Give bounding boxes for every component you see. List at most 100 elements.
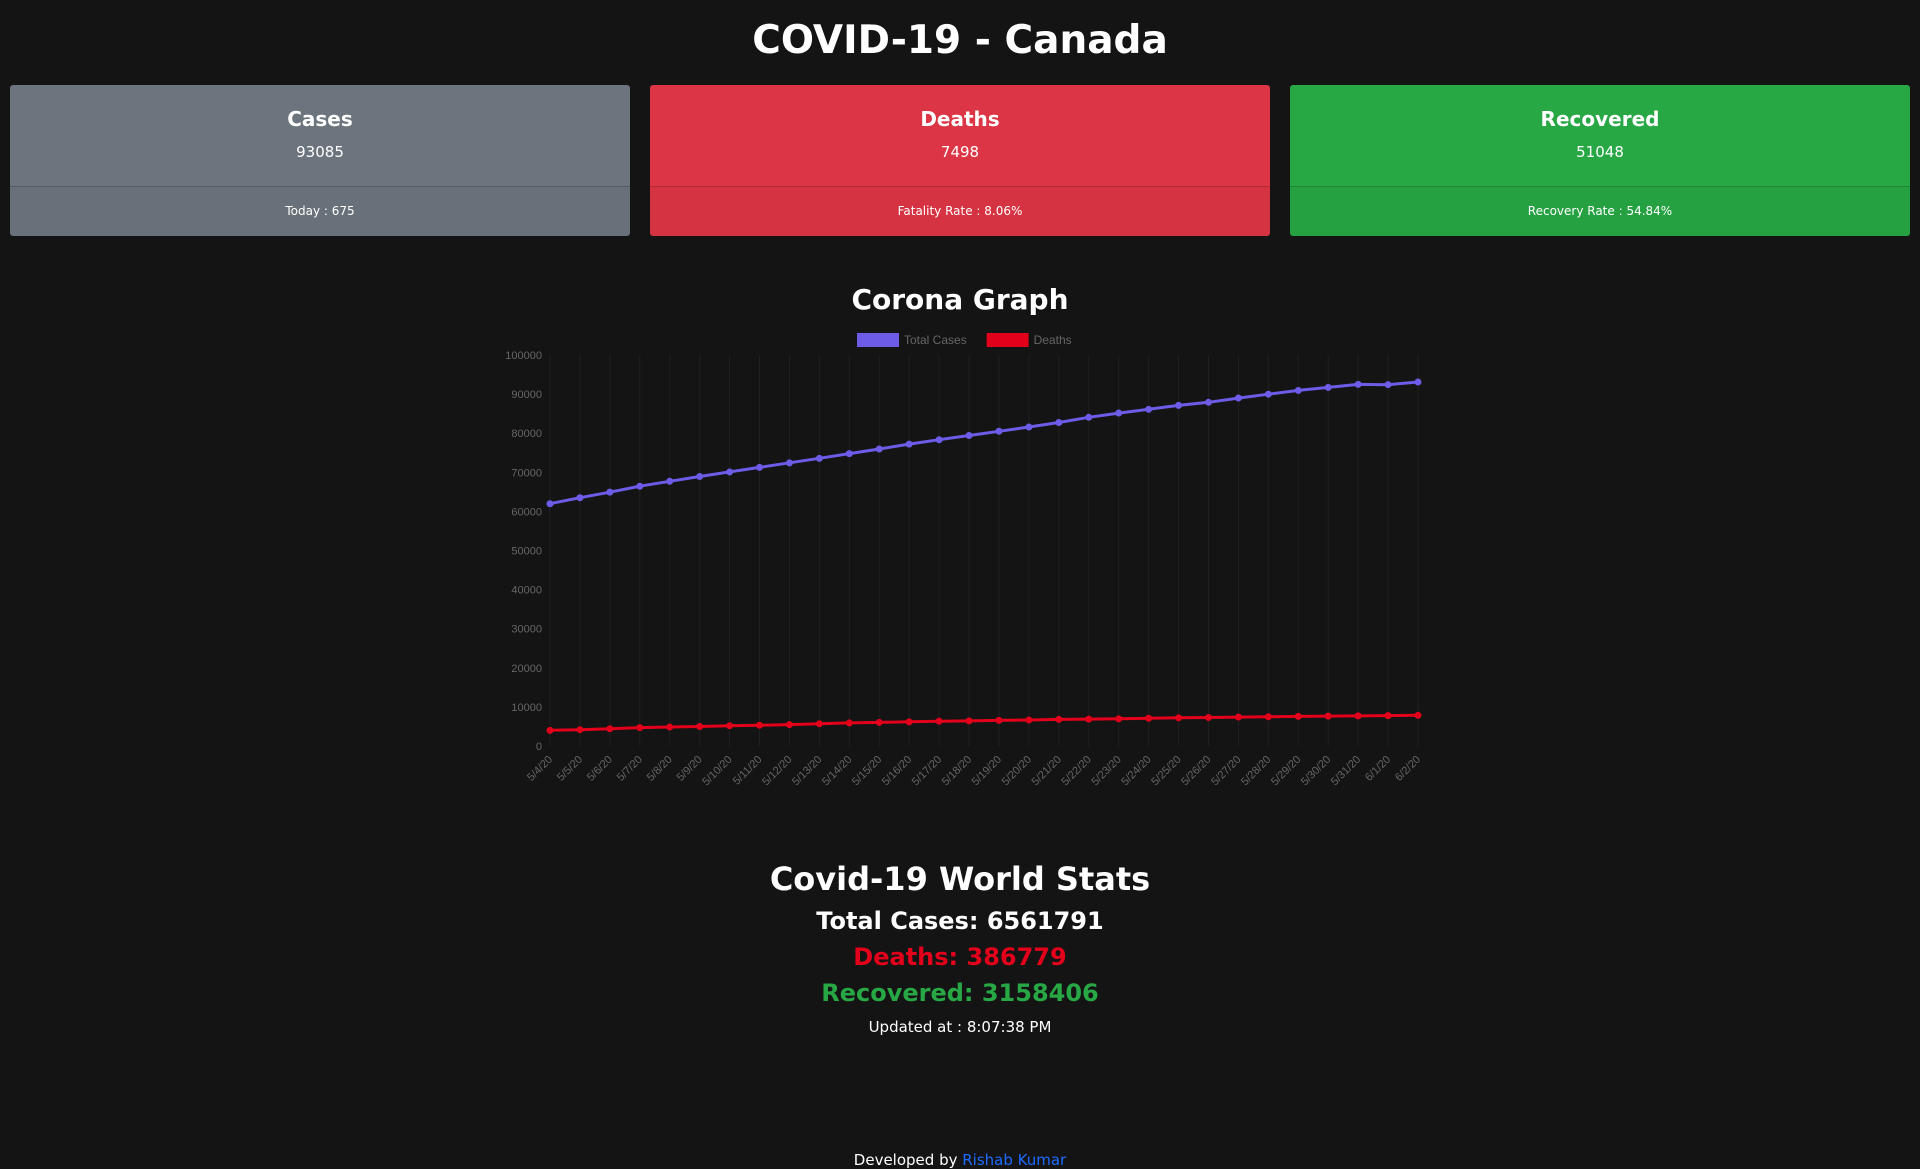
data-point bbox=[1294, 712, 1302, 720]
data-point bbox=[965, 432, 973, 440]
x-tick-label: 6/2/20 bbox=[1393, 754, 1423, 784]
data-point bbox=[696, 722, 704, 730]
y-tick-label: 50000 bbox=[511, 546, 542, 558]
data-point bbox=[1145, 714, 1153, 722]
x-tick-label: 6/1/20 bbox=[1363, 754, 1393, 784]
x-tick-label: 5/17/20 bbox=[910, 754, 944, 788]
y-tick-label: 60000 bbox=[511, 506, 542, 518]
x-tick-label: 5/25/20 bbox=[1149, 754, 1183, 788]
world-recovered: Recovered: 3158406 bbox=[821, 979, 1099, 1007]
footer-prefix: Developed by bbox=[853, 1151, 963, 1169]
x-tick-label: 5/21/20 bbox=[1030, 754, 1064, 788]
data-point bbox=[815, 454, 823, 462]
data-point bbox=[905, 440, 913, 448]
data-point bbox=[1204, 713, 1212, 721]
x-tick-label: 5/11/20 bbox=[731, 754, 765, 788]
data-point bbox=[935, 717, 943, 725]
legend-swatch bbox=[986, 333, 1029, 347]
data-point bbox=[666, 723, 674, 731]
data-point bbox=[1115, 715, 1123, 723]
x-tick-label: 5/22/20 bbox=[1059, 754, 1093, 788]
x-tick-label: 5/12/20 bbox=[760, 754, 794, 788]
data-point bbox=[1414, 711, 1422, 719]
data-point bbox=[1175, 714, 1183, 722]
data-point bbox=[726, 722, 734, 730]
data-point bbox=[875, 445, 883, 453]
x-tick-label: 5/24/20 bbox=[1119, 754, 1153, 788]
data-point bbox=[785, 459, 793, 467]
data-point bbox=[905, 718, 913, 726]
x-tick-label: 5/13/20 bbox=[790, 754, 824, 788]
data-point bbox=[1115, 409, 1123, 417]
data-point bbox=[1025, 423, 1033, 431]
data-point bbox=[1264, 390, 1272, 398]
data-point bbox=[666, 477, 674, 485]
data-point bbox=[576, 726, 584, 734]
x-tick-label: 5/28/20 bbox=[1239, 754, 1273, 788]
data-point bbox=[1234, 713, 1242, 721]
author-link[interactable]: Rishab Kumar bbox=[962, 1151, 1066, 1169]
data-point bbox=[845, 719, 853, 727]
x-tick-label: 5/18/20 bbox=[940, 754, 974, 788]
data-point bbox=[995, 427, 1003, 435]
data-point bbox=[995, 716, 1003, 724]
footer: Developed by Rishab Kumar bbox=[0, 1151, 1920, 1169]
data-point bbox=[696, 473, 704, 481]
data-point bbox=[815, 720, 823, 728]
data-point bbox=[1055, 715, 1063, 723]
data-point bbox=[636, 482, 644, 490]
data-point bbox=[965, 717, 973, 725]
x-tick-label: 5/8/20 bbox=[645, 754, 675, 784]
data-point bbox=[1204, 398, 1212, 406]
data-point bbox=[756, 721, 764, 729]
data-point bbox=[875, 718, 883, 726]
data-point bbox=[1025, 716, 1033, 724]
x-tick-label: 5/27/20 bbox=[1209, 754, 1243, 788]
x-tick-label: 5/19/20 bbox=[970, 754, 1004, 788]
y-tick-label: 80000 bbox=[511, 428, 542, 440]
data-point bbox=[756, 463, 764, 471]
data-point bbox=[1414, 378, 1422, 386]
updated-time: Updated at : 8:07:38 PM bbox=[868, 1018, 1052, 1036]
data-point bbox=[1085, 413, 1093, 421]
data-point bbox=[1384, 712, 1392, 720]
y-tick-label: 10000 bbox=[511, 702, 542, 714]
y-tick-label: 40000 bbox=[511, 585, 542, 597]
x-tick-label: 5/14/20 bbox=[820, 754, 854, 788]
data-point bbox=[636, 724, 644, 732]
y-tick-label: 70000 bbox=[511, 467, 542, 479]
y-tick-label: 100000 bbox=[505, 350, 542, 362]
legend-swatch bbox=[857, 333, 899, 347]
x-tick-label: 5/5/20 bbox=[555, 754, 585, 784]
data-point bbox=[1324, 712, 1332, 720]
y-tick-label: 20000 bbox=[511, 663, 542, 675]
y-tick-label: 30000 bbox=[511, 624, 542, 636]
x-tick-label: 5/6/20 bbox=[585, 754, 615, 784]
x-tick-label: 5/4/20 bbox=[525, 754, 555, 784]
series-line bbox=[549, 380, 1419, 506]
data-point bbox=[726, 468, 734, 476]
data-point bbox=[1085, 715, 1093, 723]
x-tick-label: 5/7/20 bbox=[615, 754, 645, 784]
x-tick-label: 5/20/20 bbox=[1000, 754, 1034, 788]
data-point bbox=[1294, 386, 1302, 394]
data-point bbox=[1354, 380, 1362, 388]
data-point bbox=[546, 500, 554, 508]
x-tick-label: 5/31/20 bbox=[1329, 754, 1363, 788]
data-point bbox=[576, 494, 584, 502]
x-tick-label: 5/29/20 bbox=[1269, 754, 1303, 788]
x-tick-label: 5/23/20 bbox=[1089, 754, 1123, 788]
world-stats-title: Covid-19 World Stats bbox=[769, 860, 1151, 898]
legend-label: Deaths bbox=[1034, 333, 1072, 347]
data-point bbox=[546, 726, 554, 734]
data-point bbox=[1055, 418, 1063, 426]
x-tick-label: 5/10/20 bbox=[700, 754, 734, 788]
data-point bbox=[1145, 405, 1153, 413]
y-tick-label: 0 bbox=[536, 741, 542, 753]
data-point bbox=[606, 488, 614, 496]
y-tick-label: 90000 bbox=[511, 389, 542, 401]
data-point bbox=[1264, 713, 1272, 721]
data-point bbox=[1324, 383, 1332, 391]
data-point bbox=[606, 725, 614, 733]
data-point bbox=[935, 436, 943, 444]
